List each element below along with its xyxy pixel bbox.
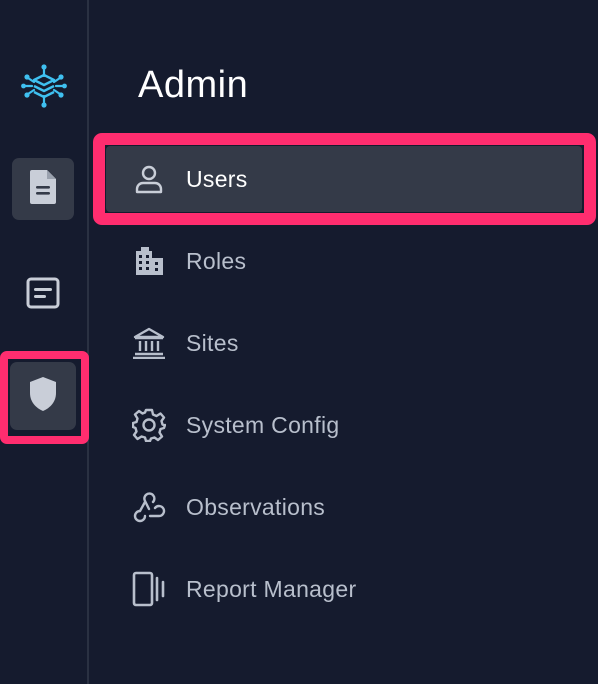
report-panel-icon xyxy=(132,571,166,607)
webhook-icon xyxy=(132,490,166,524)
nav-item-label: Observations xyxy=(186,493,326,520)
nav-item-roles[interactable]: Roles xyxy=(106,228,582,294)
nav-item-users[interactable]: Users xyxy=(106,146,582,212)
rail-admin-button[interactable] xyxy=(10,362,76,430)
shield-icon xyxy=(28,376,58,417)
document-icon xyxy=(28,169,58,210)
rail-forms-button[interactable] xyxy=(12,264,74,326)
nav-item-label: System Config xyxy=(186,411,340,438)
nav-item-label: Users xyxy=(186,165,248,192)
nav-item-label: Sites xyxy=(186,329,239,356)
network-logo-icon[interactable] xyxy=(20,62,68,110)
app-root: Admin Users Roles Sites System Config Ob… xyxy=(0,0,598,684)
building-icon xyxy=(132,244,166,278)
nav-item-observations[interactable]: Observations xyxy=(106,474,582,540)
icon-rail xyxy=(0,0,89,684)
gear-icon xyxy=(132,408,166,442)
page-title: Admin xyxy=(138,64,249,106)
nav-item-label: Roles xyxy=(186,247,247,274)
nav-item-report-manager[interactable]: Report Manager xyxy=(106,556,582,622)
nav-item-label: Report Manager xyxy=(186,575,357,602)
user-icon xyxy=(132,162,166,196)
nav-item-system-config[interactable]: System Config xyxy=(106,392,582,458)
rail-documents-button[interactable] xyxy=(12,158,74,220)
institution-icon xyxy=(132,326,166,360)
form-icon xyxy=(26,277,60,314)
nav-item-sites[interactable]: Sites xyxy=(106,310,582,376)
